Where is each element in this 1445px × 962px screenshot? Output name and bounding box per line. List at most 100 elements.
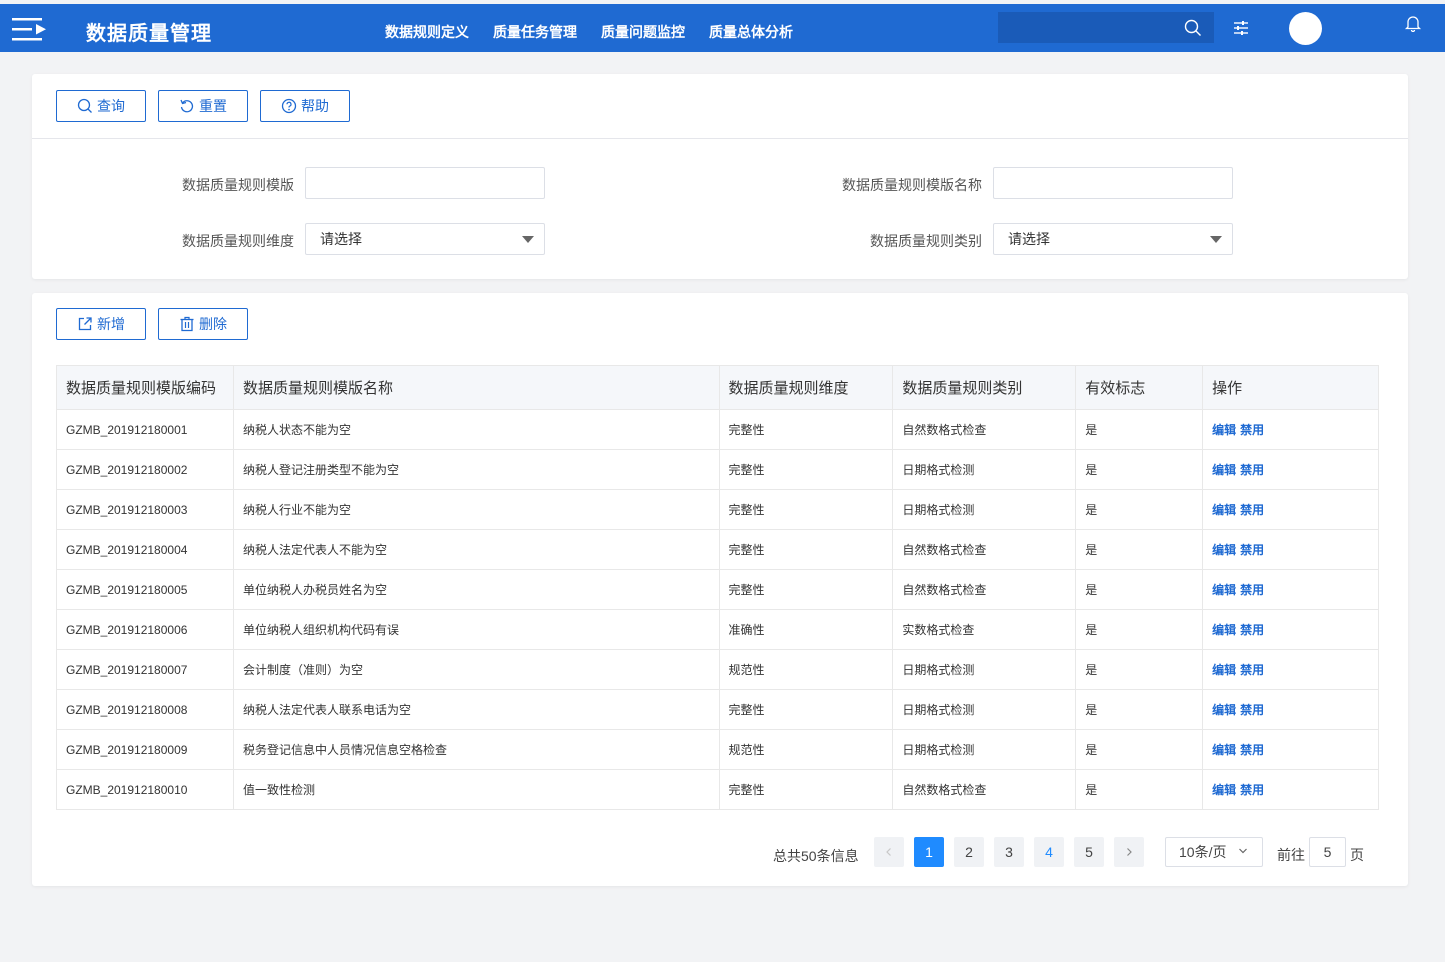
nav-item-overall-analysis[interactable]: 质量总体分析 [709, 22, 793, 42]
edit-link[interactable]: 编辑 [1212, 503, 1236, 517]
settings-sliders-icon[interactable] [1232, 19, 1250, 37]
prev-page-button[interactable] [874, 837, 904, 867]
cell-dimension: 完整性 [718, 529, 894, 570]
cell-dimension: 完整性 [718, 569, 894, 610]
disable-link[interactable]: 禁用 [1240, 743, 1264, 757]
dimension-select[interactable]: 请选择 [305, 223, 545, 255]
bell-icon[interactable] [1404, 14, 1422, 32]
disable-link[interactable]: 禁用 [1240, 583, 1264, 597]
page-button-3[interactable]: 3 [994, 837, 1024, 867]
page-button-1[interactable]: 1 [914, 837, 944, 867]
cell-code: GZMB_201912180009 [56, 729, 234, 770]
cell-valid-flag: 是 [1075, 489, 1204, 530]
add-button[interactable]: 新增 [56, 308, 146, 340]
disable-link[interactable]: 禁用 [1240, 703, 1264, 717]
cell-operation: 编辑 禁用 [1202, 769, 1379, 810]
page-button-4[interactable]: 4 [1034, 837, 1064, 867]
search-button[interactable]: 查询 [56, 90, 146, 122]
template-name-label: 数据质量规则模版名称 [842, 177, 982, 193]
external-link-icon [78, 317, 92, 331]
page-button-2[interactable]: 2 [954, 837, 984, 867]
edit-link[interactable]: 编辑 [1212, 703, 1236, 717]
divider [32, 138, 1408, 139]
table-panel: 新增 删除 数据质量规则模版编码 数据质量规则模版名称 数据质量规则维度 数据质… [32, 293, 1408, 886]
page-size-select[interactable]: 10条/页 [1165, 837, 1263, 867]
cell-valid-flag: 是 [1075, 449, 1204, 490]
chevron-left-icon [886, 848, 891, 856]
cell-operation: 编辑 禁用 [1202, 449, 1379, 490]
table-row[interactable]: GZMB_201912180007 会计制度（准则）为空 规范性 日期格式检测是编辑禁… [56, 649, 1379, 690]
edit-link[interactable]: 编辑 [1212, 463, 1236, 477]
cell-category: 日期格式检测 [892, 449, 1077, 490]
app-title: 数据质量管理 [86, 23, 212, 45]
nav-item-issue-monitor[interactable]: 质量问题监控 [601, 22, 685, 42]
edit-link[interactable]: 编辑 [1212, 623, 1236, 637]
avatar[interactable] [1289, 12, 1322, 45]
column-header-code[interactable]: 数据质量规则模版编码 [56, 365, 234, 410]
edit-link[interactable]: 编辑 [1212, 423, 1236, 437]
help-button[interactable]: 帮助 [260, 90, 350, 122]
template-input[interactable] [305, 167, 545, 199]
goto-page-input[interactable]: 5 [1309, 837, 1346, 867]
cell-name: 值一致性检测 [232, 769, 720, 810]
page-button-5[interactable]: 5 [1074, 837, 1104, 867]
table-row[interactable]: GZMB_201912180008 纳税人法定代表人联系电话为空 完整性 日期格式检测… [56, 689, 1379, 730]
column-header-category[interactable]: 数据质量规则类别 [892, 365, 1077, 410]
column-header-operation: 操作 [1202, 365, 1379, 410]
template-name-input[interactable] [993, 167, 1233, 199]
column-header-dimension[interactable]: 数据质量规则维度 [718, 365, 894, 410]
cell-valid-flag: 是 [1075, 569, 1204, 610]
category-label: 数据质量规则类别 [870, 233, 982, 249]
table-row[interactable]: GZMB_201912180001 纳税人状态不能为空 完整性 自然数格式检查是编辑禁… [56, 409, 1379, 450]
dimension-select-value: 请选择 [320, 231, 362, 247]
cell-category: 自然数格式检查 [892, 409, 1077, 450]
category-select[interactable]: 请选择 [993, 223, 1233, 255]
cell-dimension: 完整性 [718, 449, 894, 490]
disable-link[interactable]: 禁用 [1240, 783, 1264, 797]
cell-dimension: 完整性 [718, 409, 894, 450]
table-row[interactable]: GZMB_201912180006 单位纳税人组织机构代码有误 准确性 实数格式检查是… [56, 609, 1379, 650]
table-row[interactable]: GZMB_201912180009 税务登记信息中人员情况信息空格检查 规范性 日期格… [56, 729, 1379, 770]
cell-operation: 编辑 禁用 [1202, 489, 1379, 530]
nav-item-rule-definition[interactable]: 数据规则定义 [385, 22, 469, 42]
disable-link[interactable]: 禁用 [1240, 463, 1264, 477]
cell-operation: 编辑 禁用 [1202, 689, 1379, 730]
column-header-name[interactable]: 数据质量规则模版名称 [232, 365, 720, 410]
table-header-row: 数据质量规则模版编码 数据质量规则模版名称 数据质量规则维度 数据质量规则类别 … [56, 365, 1379, 410]
disable-link[interactable]: 禁用 [1240, 503, 1264, 517]
table-row[interactable]: GZMB_201912180003 纳税人行业不能为空 完整性 日期格式检测是编辑 禁用 [56, 489, 1379, 530]
cell-dimension: 规范性 [718, 649, 894, 690]
edit-link[interactable]: 编辑 [1212, 583, 1236, 597]
cell-valid-flag: 是 [1075, 729, 1204, 770]
cell-code: GZMB_201912180006 [56, 609, 234, 650]
column-header-valid-flag[interactable]: 有效标志 [1075, 365, 1204, 410]
next-page-button[interactable] [1114, 837, 1144, 867]
table-row[interactable]: GZMB_201912180005 单位纳税人办税员姓名为空 完整性 自然数格式检查是… [56, 569, 1379, 610]
cell-valid-flag: 是 [1075, 649, 1204, 690]
rules-table: 数据质量规则模版编码 数据质量规则模版名称 数据质量规则维度 数据质量规则类别 … [56, 365, 1379, 810]
disable-link[interactable]: 禁用 [1240, 663, 1264, 677]
reset-button[interactable]: 重置 [158, 90, 248, 122]
cell-dimension: 规范性 [718, 729, 894, 770]
cell-name: 纳税人法定代表人联系电话为空 [232, 689, 720, 730]
cell-code: GZMB_201912180010 [56, 769, 234, 810]
table-row[interactable]: GZMB_201912180004 纳税人法定代表人不能为空 完整性 自然数格式检查是… [56, 529, 1379, 570]
cell-name: 单位纳税人组织机构代码有误 [232, 609, 720, 650]
delete-button[interactable]: 删除 [158, 308, 248, 340]
disable-link[interactable]: 禁用 [1240, 423, 1264, 437]
table-row[interactable]: GZMB_201912180010 值一致性检测 完整性 自然数格式检查是编辑 禁用 [56, 769, 1379, 810]
edit-link[interactable]: 编辑 [1212, 743, 1236, 757]
disable-link[interactable]: 禁用 [1240, 543, 1264, 557]
menu-toggle-icon[interactable] [12, 16, 48, 44]
disable-link[interactable]: 禁用 [1240, 623, 1264, 637]
edit-link[interactable]: 编辑 [1212, 663, 1236, 677]
cell-code: GZMB_201912180004 [56, 529, 234, 570]
dimension-label: 数据质量规则维度 [182, 233, 294, 249]
edit-link[interactable]: 编辑 [1212, 783, 1236, 797]
nav-item-task-management[interactable]: 质量任务管理 [493, 22, 577, 42]
edit-link[interactable]: 编辑 [1212, 543, 1236, 557]
search-icon[interactable] [1184, 19, 1202, 37]
cell-name: 纳税人状态不能为空 [232, 409, 720, 450]
search-input[interactable] [998, 12, 1214, 43]
table-row[interactable]: GZMB_201912180002 纳税人登记注册类型不能为空 完整性 日期格式检测是… [56, 449, 1379, 490]
